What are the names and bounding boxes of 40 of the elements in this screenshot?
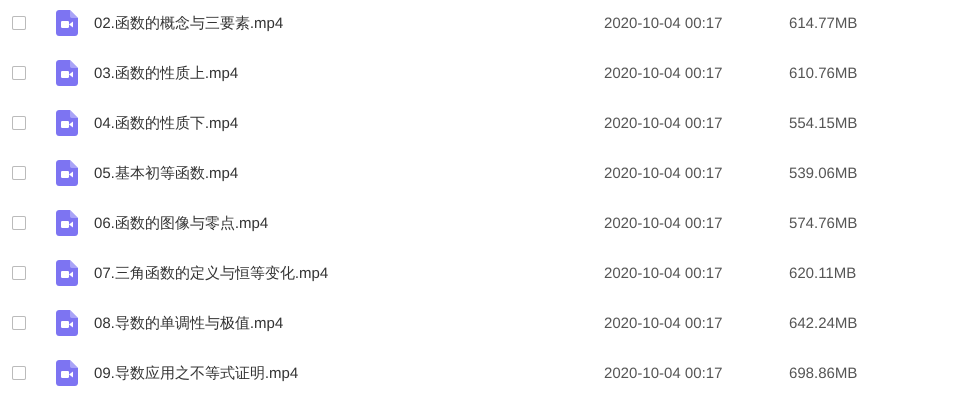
checkbox[interactable] xyxy=(12,116,26,130)
video-file-icon xyxy=(56,110,78,136)
modified-time: 2020-10-04 00:17 xyxy=(604,264,724,282)
video-file-icon xyxy=(56,260,78,286)
file-size: 610.76MB xyxy=(789,64,858,82)
checkbox[interactable] xyxy=(12,166,26,180)
modified-time: 2020-10-04 00:17 xyxy=(604,64,724,82)
modified-time: 2020-10-04 00:17 xyxy=(604,14,724,32)
file-size: 642.24MB xyxy=(789,314,858,332)
video-file-icon xyxy=(56,60,78,86)
file-size: 698.86MB xyxy=(789,364,858,382)
file-name[interactable]: 04.函数的性质下.mp4 xyxy=(94,114,604,132)
file-name[interactable]: 08.导数的单调性与极值.mp4 xyxy=(94,314,604,332)
file-size: 554.15MB xyxy=(789,114,858,132)
modified-time: 2020-10-04 00:17 xyxy=(604,364,724,382)
file-name[interactable]: 06.函数的图像与零点.mp4 xyxy=(94,214,604,232)
file-name[interactable]: 02.函数的概念与三要素.mp4 xyxy=(94,14,604,32)
checkbox[interactable] xyxy=(12,266,26,280)
file-size: 574.76MB xyxy=(789,214,858,232)
file-size: 614.77MB xyxy=(789,14,858,32)
file-name[interactable]: 07.三角函数的定义与恒等变化.mp4 xyxy=(94,264,604,282)
file-size: 620.11MB xyxy=(789,264,856,282)
file-name[interactable]: 03.函数的性质上.mp4 xyxy=(94,64,604,82)
video-file-icon xyxy=(56,210,78,236)
checkbox[interactable] xyxy=(12,66,26,80)
video-file-icon xyxy=(56,360,78,386)
file-name[interactable]: 05.基本初等函数.mp4 xyxy=(94,164,604,182)
video-file-icon xyxy=(56,160,78,186)
file-name[interactable]: 09.导数应用之不等式证明.mp4 xyxy=(94,364,604,382)
modified-time: 2020-10-04 00:17 xyxy=(604,114,724,132)
file-size: 539.06MB xyxy=(789,164,858,182)
checkbox[interactable] xyxy=(12,366,26,380)
video-file-icon xyxy=(56,10,78,36)
checkbox[interactable] xyxy=(12,316,26,330)
video-file-icon xyxy=(56,310,78,336)
modified-time: 2020-10-04 00:17 xyxy=(604,314,724,332)
checkbox[interactable] xyxy=(12,216,26,230)
checkbox[interactable] xyxy=(12,16,26,30)
modified-time: 2020-10-04 00:17 xyxy=(604,164,724,182)
modified-time: 2020-10-04 00:17 xyxy=(604,214,724,232)
